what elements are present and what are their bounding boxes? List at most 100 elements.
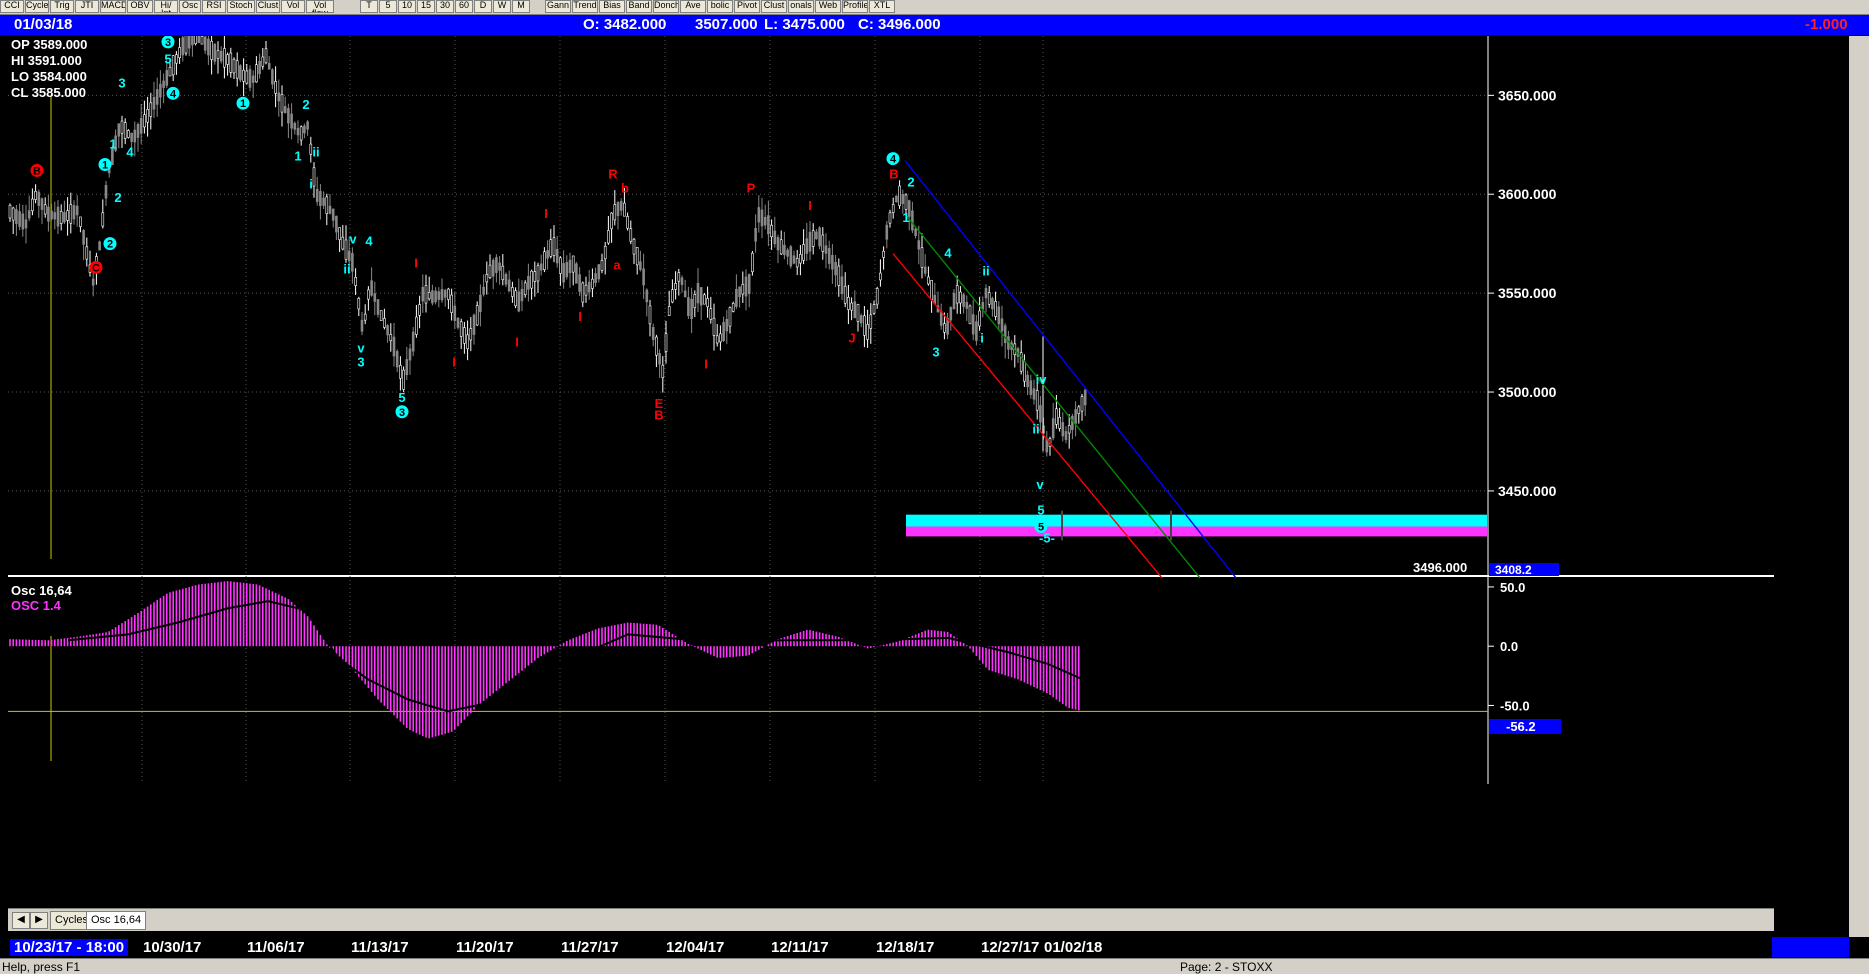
- toolbar-osc-button[interactable]: Osc: [179, 0, 201, 13]
- chart-svg[interactable]: 3450.000 3500.000 3550.000 3600.000 3650.000…: [8, 36, 1774, 784]
- toolbar-clust-button[interactable]: Clust: [256, 0, 280, 13]
- open-value: O: 3482.000: [583, 16, 667, 33]
- toolbar-macd-button[interactable]: MACD: [100, 0, 126, 13]
- candle-body: [120, 120, 124, 134]
- candle-body: [459, 321, 463, 337]
- candle-body: [1055, 408, 1058, 425]
- toolbar-onals-button[interactable]: onals: [788, 0, 814, 13]
- candle-body: [943, 323, 946, 333]
- candle-body: [581, 282, 585, 303]
- toolbar-hi-int-button[interactable]: Hi/ Int: [154, 0, 178, 13]
- candle-body: [968, 305, 972, 325]
- ohlc-hi: HI 3591.000: [11, 53, 82, 68]
- toolbar-obv-button[interactable]: OBV: [127, 0, 153, 13]
- status-bar: Help, press F1 Page: 2 - STOXX: [0, 958, 1869, 974]
- candle-body: [565, 262, 569, 278]
- toolbar-vol-button[interactable]: Vol: [281, 0, 305, 13]
- toolbar-vol-flow-button[interactable]: Vol flow: [306, 0, 334, 13]
- candle-body: [63, 212, 66, 223]
- candle-body: [475, 305, 479, 326]
- timeframe-t-button[interactable]: T: [360, 0, 378, 13]
- toolbar-stoch-button[interactable]: Stoch: [227, 0, 255, 13]
- candle-body: [255, 64, 258, 83]
- candle-body: [315, 188, 319, 202]
- toolbar-pivot-button[interactable]: Pivot: [734, 0, 760, 13]
- timeframe-60-button[interactable]: 60: [455, 0, 473, 13]
- candle-body: [482, 286, 485, 295]
- toolbar-web-button[interactable]: Web: [815, 0, 841, 13]
- candle-body: [690, 298, 693, 319]
- toolbar-trend-button[interactable]: Trend: [572, 0, 598, 13]
- timeframe-m-button[interactable]: M: [512, 0, 530, 13]
- candle-body: [443, 290, 447, 298]
- toolbar-cycles-button[interactable]: Cycles: [25, 0, 49, 13]
- candle-body: [687, 297, 690, 316]
- wave-label: C: [92, 262, 100, 274]
- chart-area[interactable]: 3450.000 3500.000 3550.000 3600.000 3650.000…: [8, 36, 1774, 784]
- candle-body: [37, 191, 41, 206]
- tab-prev-button[interactable]: ◀: [12, 912, 30, 929]
- tab-osc[interactable]: Osc 16,64: [86, 911, 147, 930]
- tab-next-button[interactable]: ▶: [30, 912, 48, 929]
- candle-body: [127, 130, 130, 138]
- candle-body: [543, 251, 546, 270]
- wave-label: ii: [312, 145, 319, 160]
- wave-label: B: [654, 408, 663, 423]
- candle-body: [703, 294, 706, 305]
- candle-body: [72, 205, 76, 220]
- candle-body: [767, 215, 770, 235]
- toolbar-band-button[interactable]: Band: [626, 0, 652, 13]
- toolbar-jti-button[interactable]: JTI: [75, 0, 99, 13]
- candle-body: [437, 291, 441, 300]
- wave-label: 3: [932, 344, 939, 359]
- timeframe-d-button[interactable]: D: [474, 0, 492, 13]
- candle-body: [187, 36, 191, 49]
- candle-body: [568, 259, 572, 274]
- date-label: 10/30/17: [143, 939, 202, 956]
- candle-body: [421, 286, 425, 302]
- vertical-scrollbar[interactable]: [1849, 36, 1869, 944]
- timeframe-10-button[interactable]: 10: [398, 0, 416, 13]
- candle-body: [43, 204, 47, 215]
- candle-body: [677, 272, 681, 282]
- candle-body: [533, 271, 537, 282]
- candle-body: [450, 294, 453, 313]
- toolbar-bolic-button[interactable]: bolic: [707, 0, 733, 13]
- candle-body: [559, 257, 562, 274]
- toolbar-xtl-button[interactable]: XTL: [869, 0, 895, 13]
- candle-body: [363, 313, 367, 321]
- candle-body: [248, 68, 252, 88]
- candle-body: [731, 303, 735, 312]
- toolbar-rsi-button[interactable]: RSI: [202, 0, 226, 13]
- candle-body: [408, 348, 412, 361]
- timeframe-5-button[interactable]: 5: [379, 0, 397, 13]
- toolbar-profile-button[interactable]: Profile: [842, 0, 868, 13]
- candle-body: [283, 106, 287, 113]
- candle-body: [504, 273, 508, 285]
- candle-body: [984, 288, 988, 299]
- toolbar-donch-button[interactable]: Donch: [653, 0, 679, 13]
- timeframe-15-button[interactable]: 15: [417, 0, 435, 13]
- candle-body: [469, 328, 473, 341]
- candle-body: [1039, 405, 1042, 423]
- candle-body: [962, 294, 965, 307]
- candle-body: [901, 194, 905, 204]
- toolbar-trig-button[interactable]: Trig: [50, 0, 74, 13]
- candle-body: [879, 272, 882, 281]
- timeframe-w-button[interactable]: W: [493, 0, 511, 13]
- toolbar-ave-button[interactable]: Ave: [680, 0, 706, 13]
- candle-body: [757, 207, 761, 223]
- candle-body: [216, 50, 220, 59]
- candle-body: [680, 277, 684, 286]
- candle-body: [194, 36, 197, 45]
- timeframe-30-button[interactable]: 30: [436, 0, 454, 13]
- toolbar-bias-button[interactable]: Bias: [599, 0, 625, 13]
- candle-body: [239, 65, 242, 81]
- candle-body: [751, 252, 754, 273]
- toolbar-cci-button[interactable]: CCI: [0, 0, 24, 13]
- candle-body: [843, 285, 847, 304]
- wave-label: 5: [1037, 503, 1044, 518]
- price-tick-label: 3550.000: [1498, 285, 1557, 301]
- toolbar-clust-button[interactable]: Clust: [761, 0, 787, 13]
- toolbar-gann-button[interactable]: Gann: [545, 0, 571, 13]
